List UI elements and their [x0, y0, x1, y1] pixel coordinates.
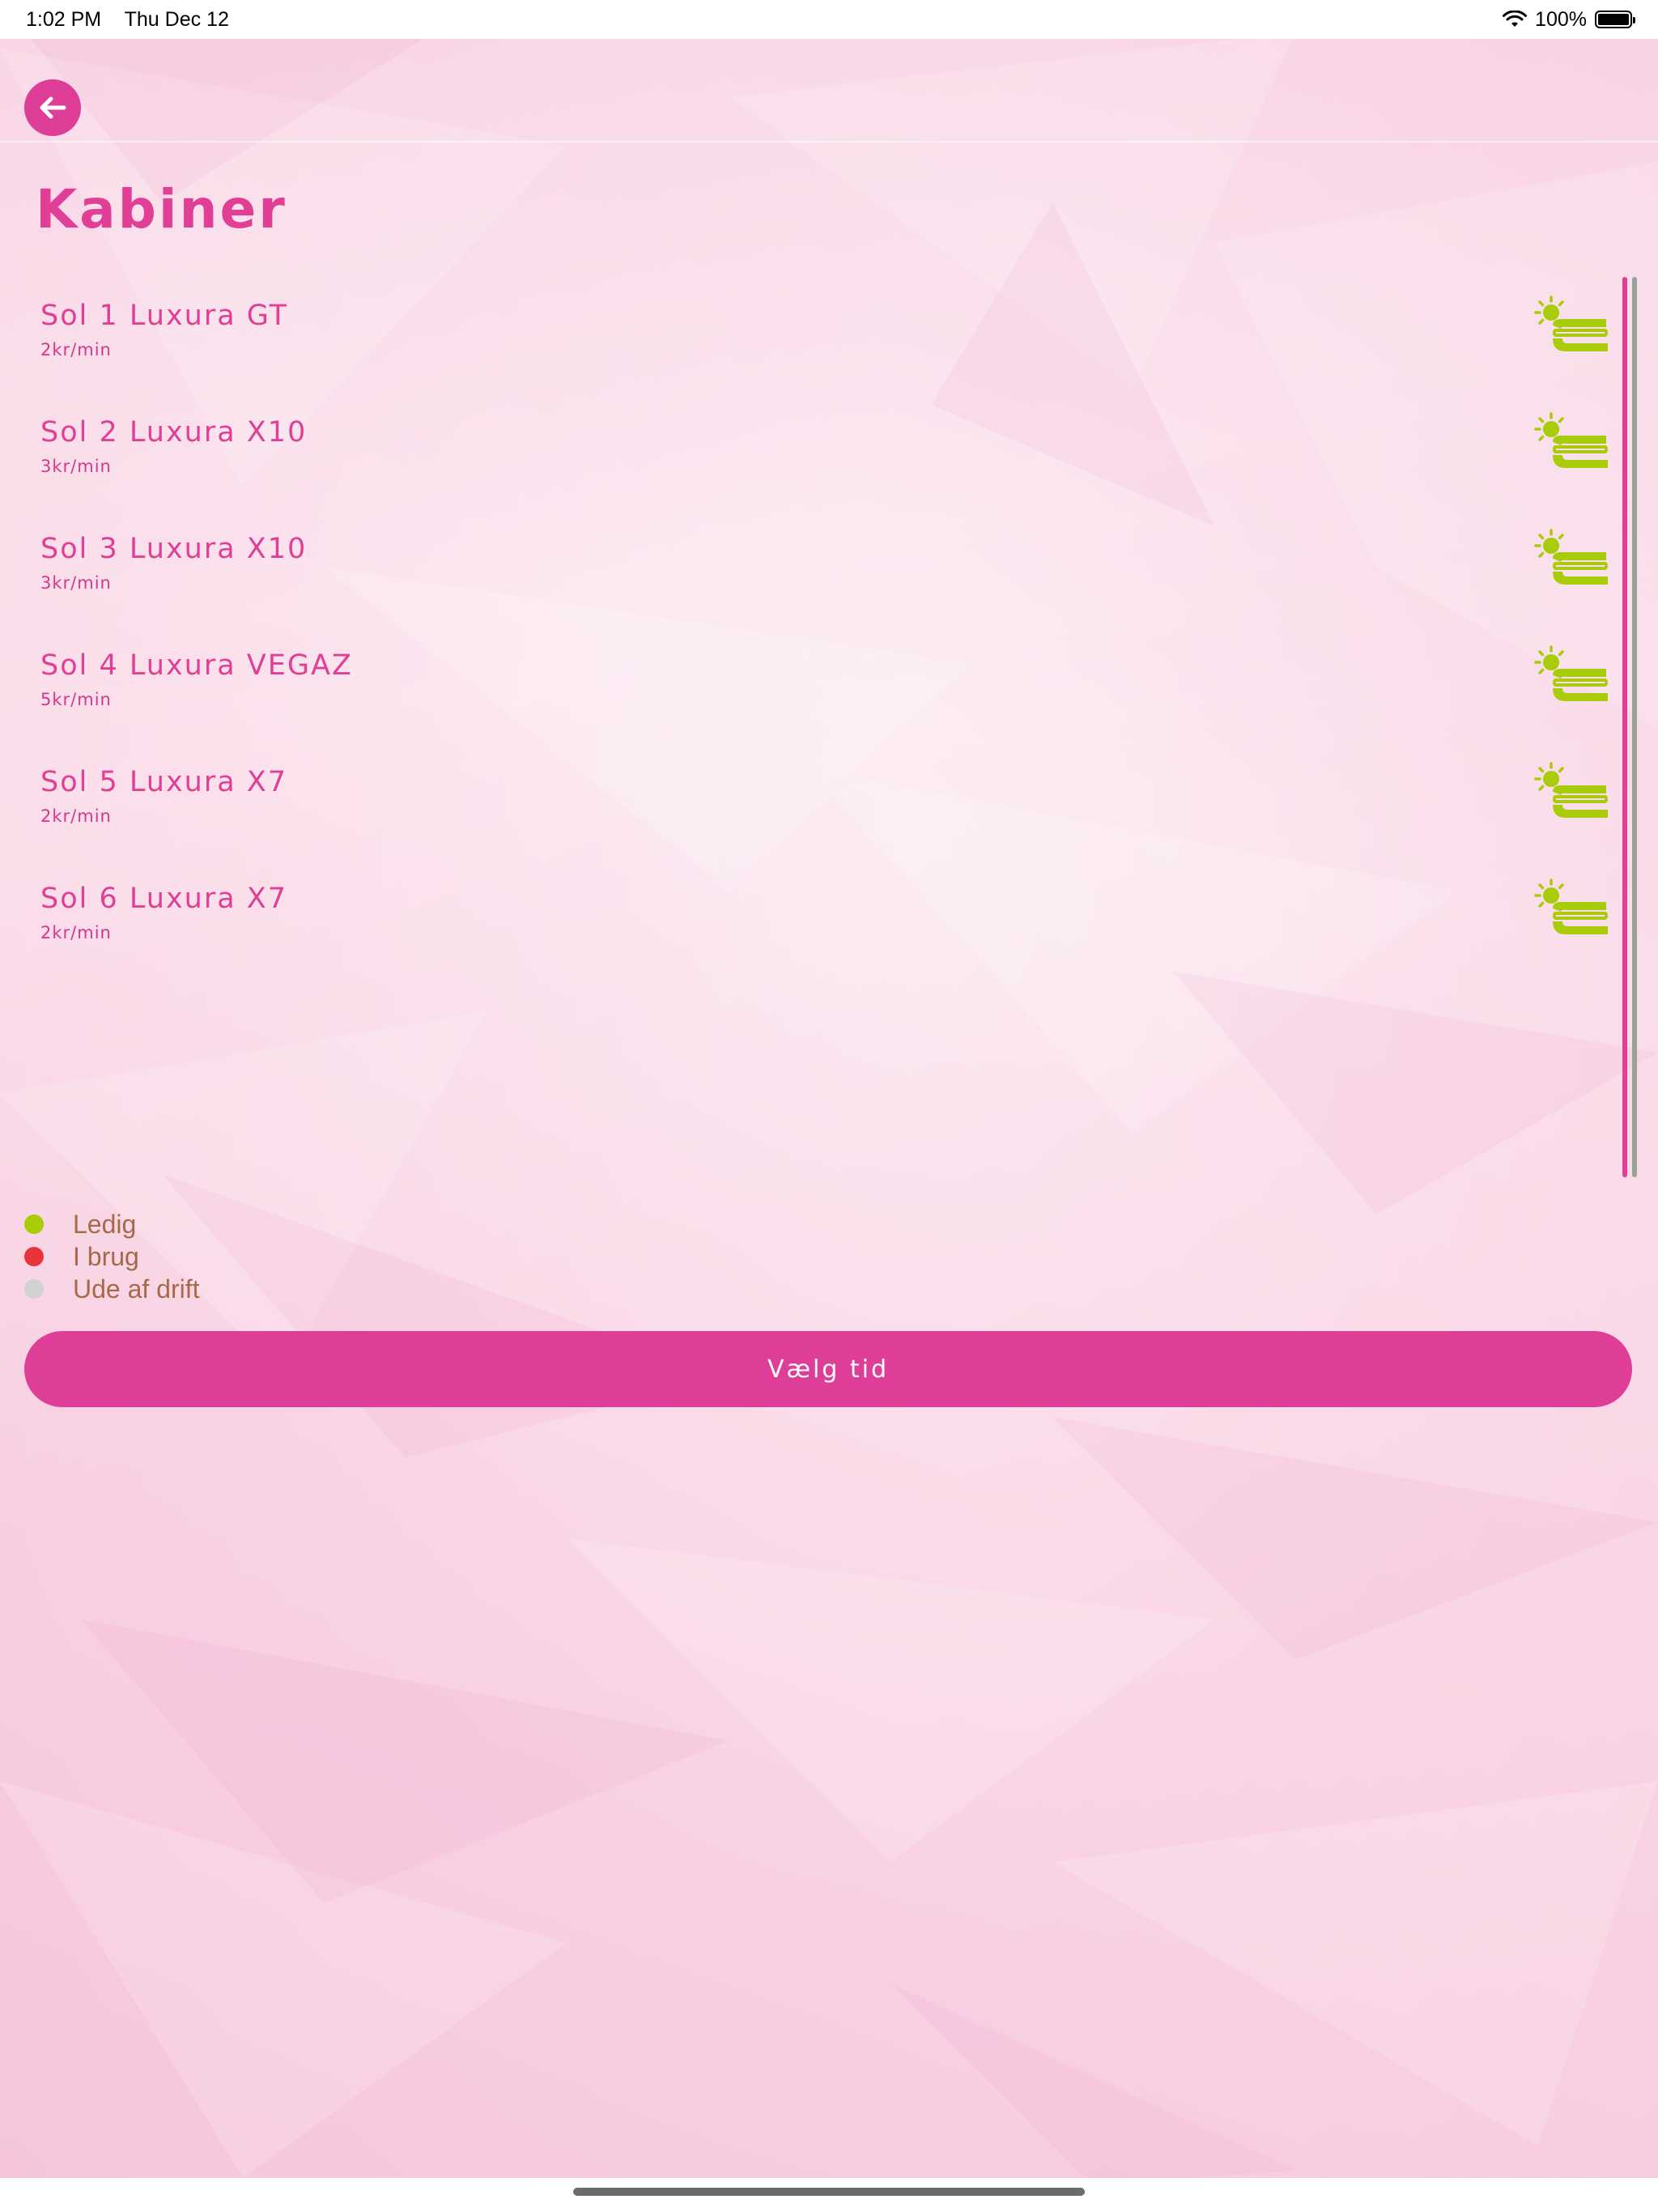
legend-item: Ude af drift: [24, 1273, 200, 1305]
cabin-row[interactable]: Sol 5 Luxura X7 2kr/min: [0, 740, 1619, 857]
status-legend: Ledig I brug Ude af drift: [24, 1208, 200, 1305]
status-date: Thu Dec 12: [124, 7, 229, 31]
status-bar: 1:02 PM Thu Dec 12 100%: [0, 0, 1658, 39]
tanning-bed-icon: [1534, 296, 1608, 351]
cabin-row[interactable]: Sol 6 Luxura X7 2kr/min: [0, 857, 1619, 973]
home-indicator: [573, 2188, 1085, 2196]
status-time: 1:02 PM: [26, 7, 102, 31]
cabin-name: Sol 1 Luxura GT: [40, 300, 289, 332]
legend-label: Ude af drift: [73, 1274, 200, 1304]
list-scroll-track: [1632, 277, 1637, 1177]
legend-dot: [24, 1247, 44, 1266]
cabin-name: Sol 4 Luxura VEGAZ: [40, 649, 353, 682]
cabin-row[interactable]: Sol 1 Luxura GT 2kr/min: [0, 274, 1619, 390]
legend-label: Ledig: [73, 1209, 137, 1239]
legend-item: I brug: [24, 1240, 200, 1273]
status-bar-right: 100%: [1503, 7, 1635, 32]
nav-bar: [0, 39, 1658, 143]
legend-dot: [24, 1279, 44, 1299]
battery-percent: 100%: [1535, 7, 1587, 31]
wifi-icon: [1503, 11, 1528, 27]
cabin-row[interactable]: Sol 4 Luxura VEGAZ 5kr/min: [0, 623, 1619, 740]
status-bar-left: 1:02 PM Thu Dec 12: [26, 8, 247, 32]
battery-fill: [1598, 14, 1629, 25]
tanning-bed-icon: [1534, 762, 1608, 818]
cabin-price: 2kr/min: [40, 923, 112, 942]
battery-icon: [1595, 11, 1635, 28]
cabin-price: 2kr/min: [40, 806, 112, 826]
cabin-row[interactable]: Sol 2 Luxura X10 3kr/min: [0, 390, 1619, 507]
cabin-price: 2kr/min: [40, 340, 112, 359]
cabin-row[interactable]: Sol 3 Luxura X10 3kr/min: [0, 507, 1619, 623]
legend-item: Ledig: [24, 1208, 200, 1240]
page-title: Kabiner: [36, 178, 287, 240]
cabin-price: 3kr/min: [40, 573, 112, 593]
tanning-bed-icon: [1534, 529, 1608, 585]
legend-label: I brug: [73, 1241, 139, 1271]
tanning-bed-icon: [1534, 645, 1608, 701]
tanning-bed-icon: [1534, 878, 1608, 934]
back-button[interactable]: [24, 79, 81, 136]
arrow-left-icon: [40, 96, 66, 119]
choose-time-button[interactable]: Vælg tid: [24, 1331, 1632, 1407]
legend-dot: [24, 1214, 44, 1234]
cabin-name: Sol 6 Luxura X7: [40, 883, 288, 915]
cabin-name: Sol 2 Luxura X10: [40, 416, 308, 449]
cabin-list: Sol 1 Luxura GT 2kr/min Sol 2 Luxura X10 3k…: [0, 274, 1658, 1179]
cabin-price: 5kr/min: [40, 690, 112, 709]
cabin-name: Sol 5 Luxura X7: [40, 766, 288, 798]
tanning-bed-icon: [1534, 412, 1608, 468]
cabin-name: Sol 3 Luxura X10: [40, 533, 308, 565]
list-scrollbar[interactable]: [1622, 277, 1627, 1177]
cabin-price: 3kr/min: [40, 457, 112, 476]
